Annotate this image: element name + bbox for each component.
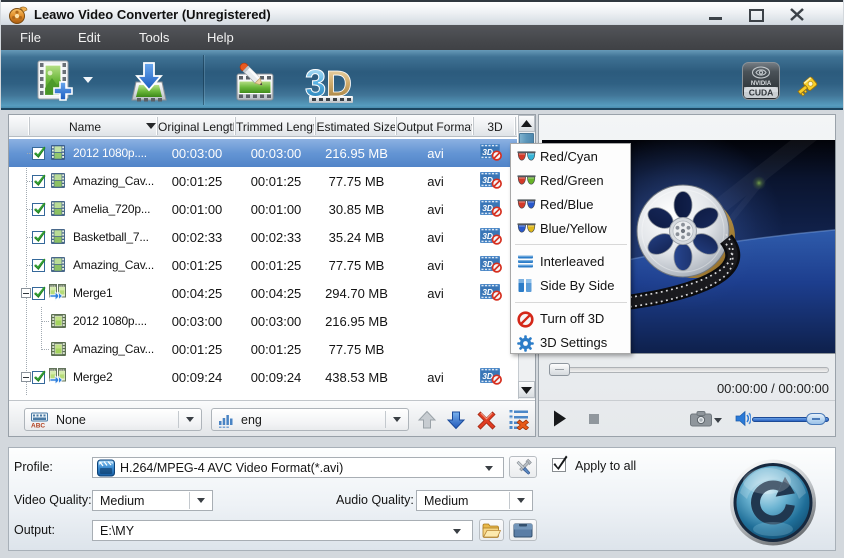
svg-text:3D: 3D (482, 259, 493, 269)
svg-text:3D: 3D (482, 231, 493, 241)
svg-text:3D: 3D (482, 175, 493, 185)
svg-text:3D: 3D (482, 203, 493, 213)
svg-text:3: 3 (305, 63, 326, 105)
svg-text:NVIDIA: NVIDIA (751, 81, 772, 87)
svg-text:3D: 3D (482, 371, 493, 381)
svg-text:3D: 3D (482, 147, 493, 157)
svg-text:CUDA: CUDA (749, 88, 774, 98)
svg-text:D: D (326, 63, 352, 104)
svg-text:3D: 3D (482, 287, 493, 297)
svg-text:ABC: ABC (31, 423, 45, 429)
